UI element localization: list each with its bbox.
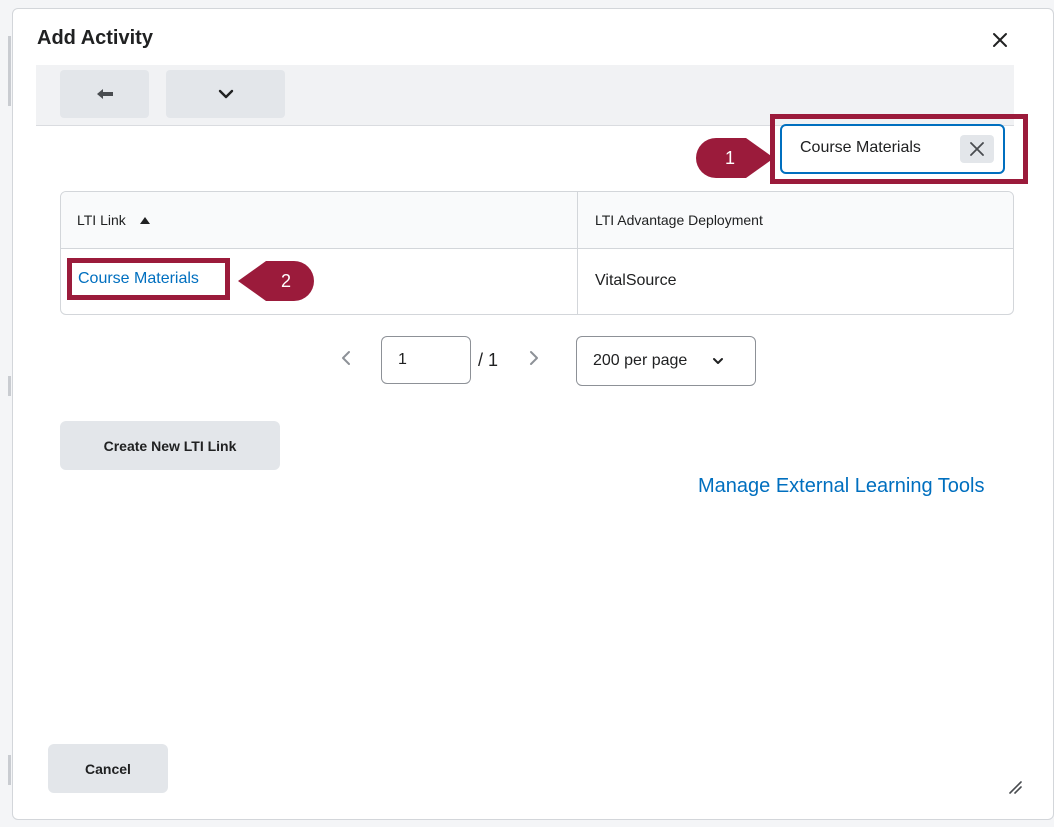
per-page-select[interactable]: 200 per page xyxy=(576,336,756,386)
more-options-button[interactable] xyxy=(166,70,285,118)
dialog-title: Add Activity xyxy=(37,27,153,49)
table-header-row xyxy=(61,192,1013,249)
background-edge-mark xyxy=(8,36,11,106)
column-header-label: LTI Advantage Deployment xyxy=(595,212,763,228)
deployment-value: VitalSource xyxy=(595,272,677,289)
close-icon xyxy=(993,33,1007,47)
search-input[interactable]: Course Materials xyxy=(780,124,1005,174)
callout-2-label: 2 xyxy=(280,270,291,291)
background-edge-mark xyxy=(8,376,11,396)
table-cell-lti-link: Course Materials xyxy=(78,258,199,300)
per-page-value: 200 per page xyxy=(593,352,688,369)
sort-ascending-icon xyxy=(139,216,150,224)
close-icon xyxy=(970,142,984,156)
cancel-button[interactable]: Cancel xyxy=(48,744,168,793)
search-input-value: Course Materials xyxy=(800,139,921,156)
column-header-lti-link[interactable]: LTI Link xyxy=(77,192,150,248)
manage-external-learning-tools-link[interactable]: Manage External Learning Tools xyxy=(698,475,984,498)
back-button[interactable] xyxy=(60,70,149,118)
table-cell-deployment: VitalSource xyxy=(595,248,677,314)
column-header-deployment: LTI Advantage Deployment xyxy=(595,192,763,248)
clear-search-button[interactable] xyxy=(960,135,994,163)
page-total: / 1 xyxy=(478,350,499,370)
course-materials-link[interactable]: Course Materials xyxy=(78,270,199,288)
page-number-value: 1 xyxy=(398,351,407,368)
close-dialog-button[interactable] xyxy=(988,28,1012,52)
chevron-left-icon xyxy=(342,351,350,365)
background-edge-mark xyxy=(8,755,11,785)
column-header-label: LTI Link xyxy=(77,212,126,228)
chevron-right-icon xyxy=(530,351,538,365)
callout-1-label: 1 xyxy=(724,147,735,168)
page-number-input[interactable]: 1 xyxy=(381,336,471,384)
arrow-left-icon xyxy=(96,89,113,99)
column-divider xyxy=(577,192,578,314)
next-page-button[interactable] xyxy=(528,350,540,400)
chevron-down-icon xyxy=(713,358,723,364)
previous-page-button[interactable] xyxy=(340,350,352,400)
create-new-lti-link-button[interactable]: Create New LTI Link xyxy=(60,421,280,470)
resize-handle-icon[interactable] xyxy=(1006,778,1022,794)
chevron-down-icon xyxy=(218,89,233,99)
